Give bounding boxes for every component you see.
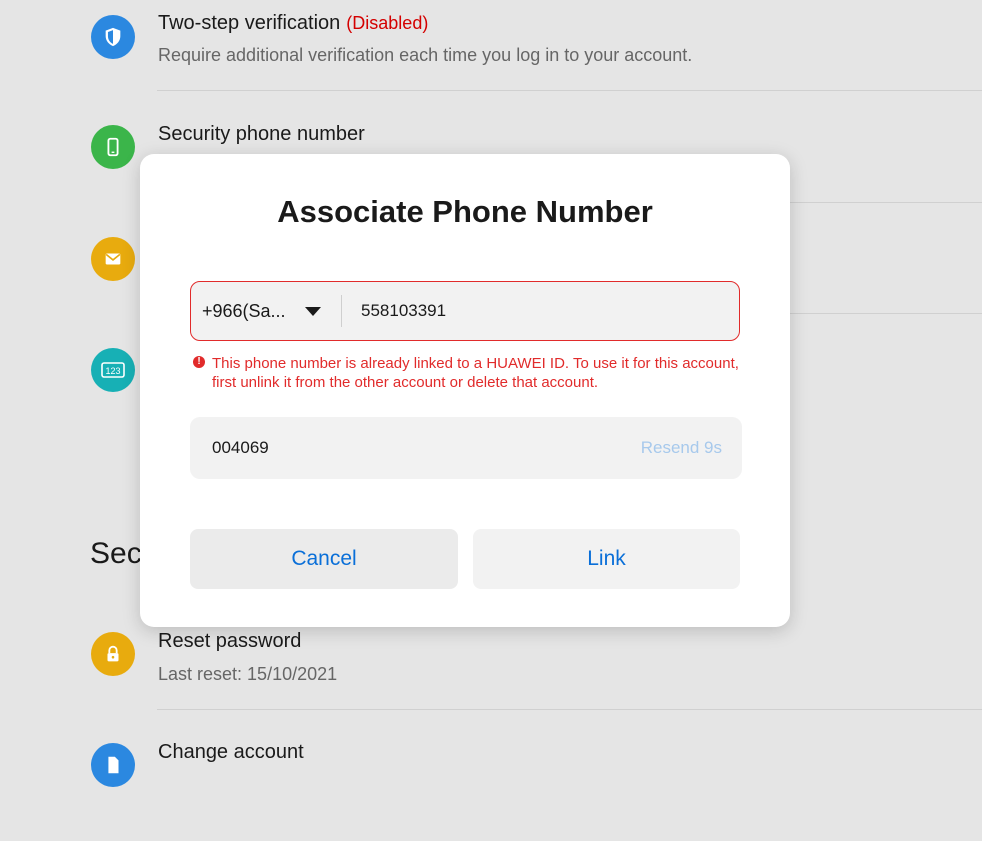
lock-icon xyxy=(91,632,135,676)
status-badge: (Disabled) xyxy=(346,13,429,33)
settings-item-two-step[interactable]: Two-step verification (Disabled) Require … xyxy=(0,0,982,111)
settings-item-reset-password[interactable]: Reset password Last reset: 15/10/2021 xyxy=(0,619,982,730)
settings-item-title: Two-step verification xyxy=(158,12,341,34)
svg-text:123: 123 xyxy=(105,366,120,376)
settings-item-title: Security phone number xyxy=(158,123,365,145)
phone-number-field: +966(Sa... xyxy=(190,281,741,341)
settings-item-subtitle: Require additional verification each tim… xyxy=(158,45,693,65)
country-code-dropdown[interactable]: +966(Sa... xyxy=(191,282,339,340)
document-icon xyxy=(91,743,135,787)
settings-item-title: Change account xyxy=(158,741,304,763)
divider xyxy=(157,90,982,91)
number-123-icon: 123 xyxy=(91,348,135,392)
mail-icon xyxy=(91,237,135,281)
verification-code-field: Resend 9s xyxy=(190,417,742,479)
shield-icon xyxy=(91,15,135,59)
country-code-value: +966(Sa... xyxy=(202,301,286,321)
settings-item-change-account[interactable]: Change account xyxy=(0,730,982,841)
cancel-button[interactable]: Cancel xyxy=(190,529,458,589)
divider xyxy=(157,709,982,710)
associate-phone-dialog: Associate Phone Number +966(Sa... ! This… xyxy=(140,154,790,627)
verification-code-input[interactable] xyxy=(190,417,612,479)
settings-item-subtitle: Last reset: 15/10/2021 xyxy=(158,664,338,684)
error-text: This phone number is already linked to a… xyxy=(212,355,739,391)
resend-code-button[interactable]: Resend 9s xyxy=(641,438,722,458)
dialog-title: Associate Phone Number xyxy=(277,194,653,229)
error-icon: ! xyxy=(193,356,205,368)
caret-down-icon xyxy=(305,307,321,316)
field-separator xyxy=(341,295,342,327)
smartphone-icon xyxy=(91,125,135,169)
settings-item-title: Reset password xyxy=(158,630,302,652)
phone-number-input[interactable] xyxy=(351,282,741,340)
link-button[interactable]: Link xyxy=(473,529,740,589)
